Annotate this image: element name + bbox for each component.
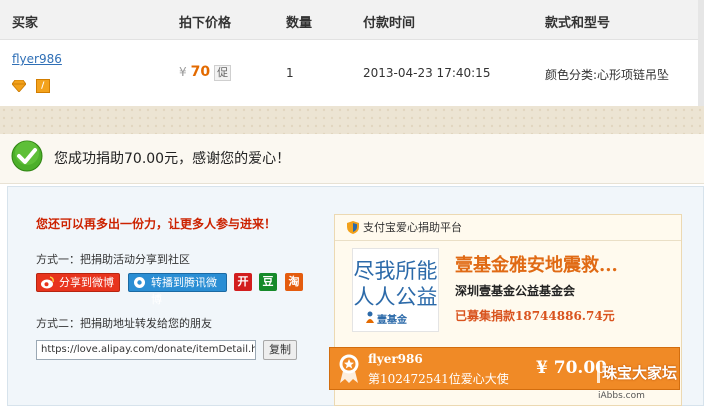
price-currency: ¥ [179,65,187,79]
buyer-link[interactable]: flyer986 [12,52,62,66]
col-qty: 数量 [286,16,313,31]
foundation-mark-icon [366,311,374,323]
share-tencent-label: 转播到腾讯微博 [151,276,217,306]
charity-logo: 尽我所能 人人公益 壹基金 [352,248,439,332]
donation-result-page: 买家 拍下价格 数量 付款时间 款式和型号 flyer986 / ¥70 促 1 … [0,0,704,406]
style-cell: 颜色分类:心形项链吊坠 [545,68,670,82]
share-taobao-button[interactable]: 淘 [285,273,303,291]
share-weibo-label: 分享到微博 [59,276,114,289]
order-table-header: 买家 拍下价格 数量 付款时间 款式和型号 [0,0,698,40]
tencent-weibo-icon [134,277,145,288]
scrollbar[interactable] [698,0,704,106]
seller-badge-icon: / [35,78,50,93]
method-two-label: 方式二：把捐助地址转发给您的朋友 [36,317,212,330]
ambassador-name: flyer986 [368,352,423,366]
charity-organization: 深圳壹基金公益基金会 [455,284,576,298]
decorative-band [0,106,704,134]
diamond-icon [12,79,26,92]
ambassador-rank: 第102472541位爱心大使 [368,372,509,386]
col-style: 款式和型号 [545,16,611,31]
price-value: 70 [190,64,211,80]
watermark-domain: iAbbs.com [598,391,645,401]
invite-text: 您还可以再多出一份力，让更多人参与进来！ [36,217,277,231]
band-pattern-icon [0,106,704,134]
paid-time-cell: 2013-04-23 17:40:15 [363,66,491,80]
weibo-icon [41,276,54,289]
share-kaixin-button[interactable]: 开 [234,273,252,291]
success-message-bar: 您成功捐助70.00元，感谢您的爱心！ [0,134,704,184]
col-buyer: 买家 [12,16,39,31]
charity-title[interactable]: 壹基金雅安地震救... [455,251,618,277]
promo-badge: 促 [214,64,232,81]
card-header: 支付宝爱心捐助平台 [335,215,681,241]
share-weibo-button[interactable]: 分享到微博 [36,273,120,292]
shield-icon [347,221,359,234]
donate-url-input[interactable]: https://love.alipay.com/donate/itemDetai… [36,340,256,360]
card-header-text: 支付宝爱心捐助平台 [363,221,462,234]
buyer-badges: / [12,78,50,93]
charity-raised-amount: 已募集捐款18744886.74元 [455,309,615,323]
method-one-label: 方式一：把捐助活动分享到社区 [36,253,190,266]
col-paid-time: 付款时间 [363,16,416,31]
copy-button[interactable]: 复制 [263,340,297,360]
col-price: 拍下价格 [179,16,232,31]
watermark-text: 珠宝大家坛 [602,364,678,382]
logo-line-two: 人人公益 [353,285,438,309]
success-text: 您成功捐助70.00元，感谢您的爱心！ [54,151,291,167]
site-watermark: 珠宝大家坛 [596,359,702,389]
share-douban-button[interactable]: 豆 [259,273,277,291]
price-cell: ¥70 促 [179,64,232,81]
logo-foundation-text: 壹基金 [377,315,407,326]
medal-icon [339,354,359,383]
check-icon [11,140,43,172]
order-row: flyer986 / ¥70 促 1 2013-04-23 17:40:15 颜色… [0,40,698,106]
share-tencent-button[interactable]: 转播到腾讯微博 [128,273,227,306]
qty-cell: 1 [286,66,294,80]
